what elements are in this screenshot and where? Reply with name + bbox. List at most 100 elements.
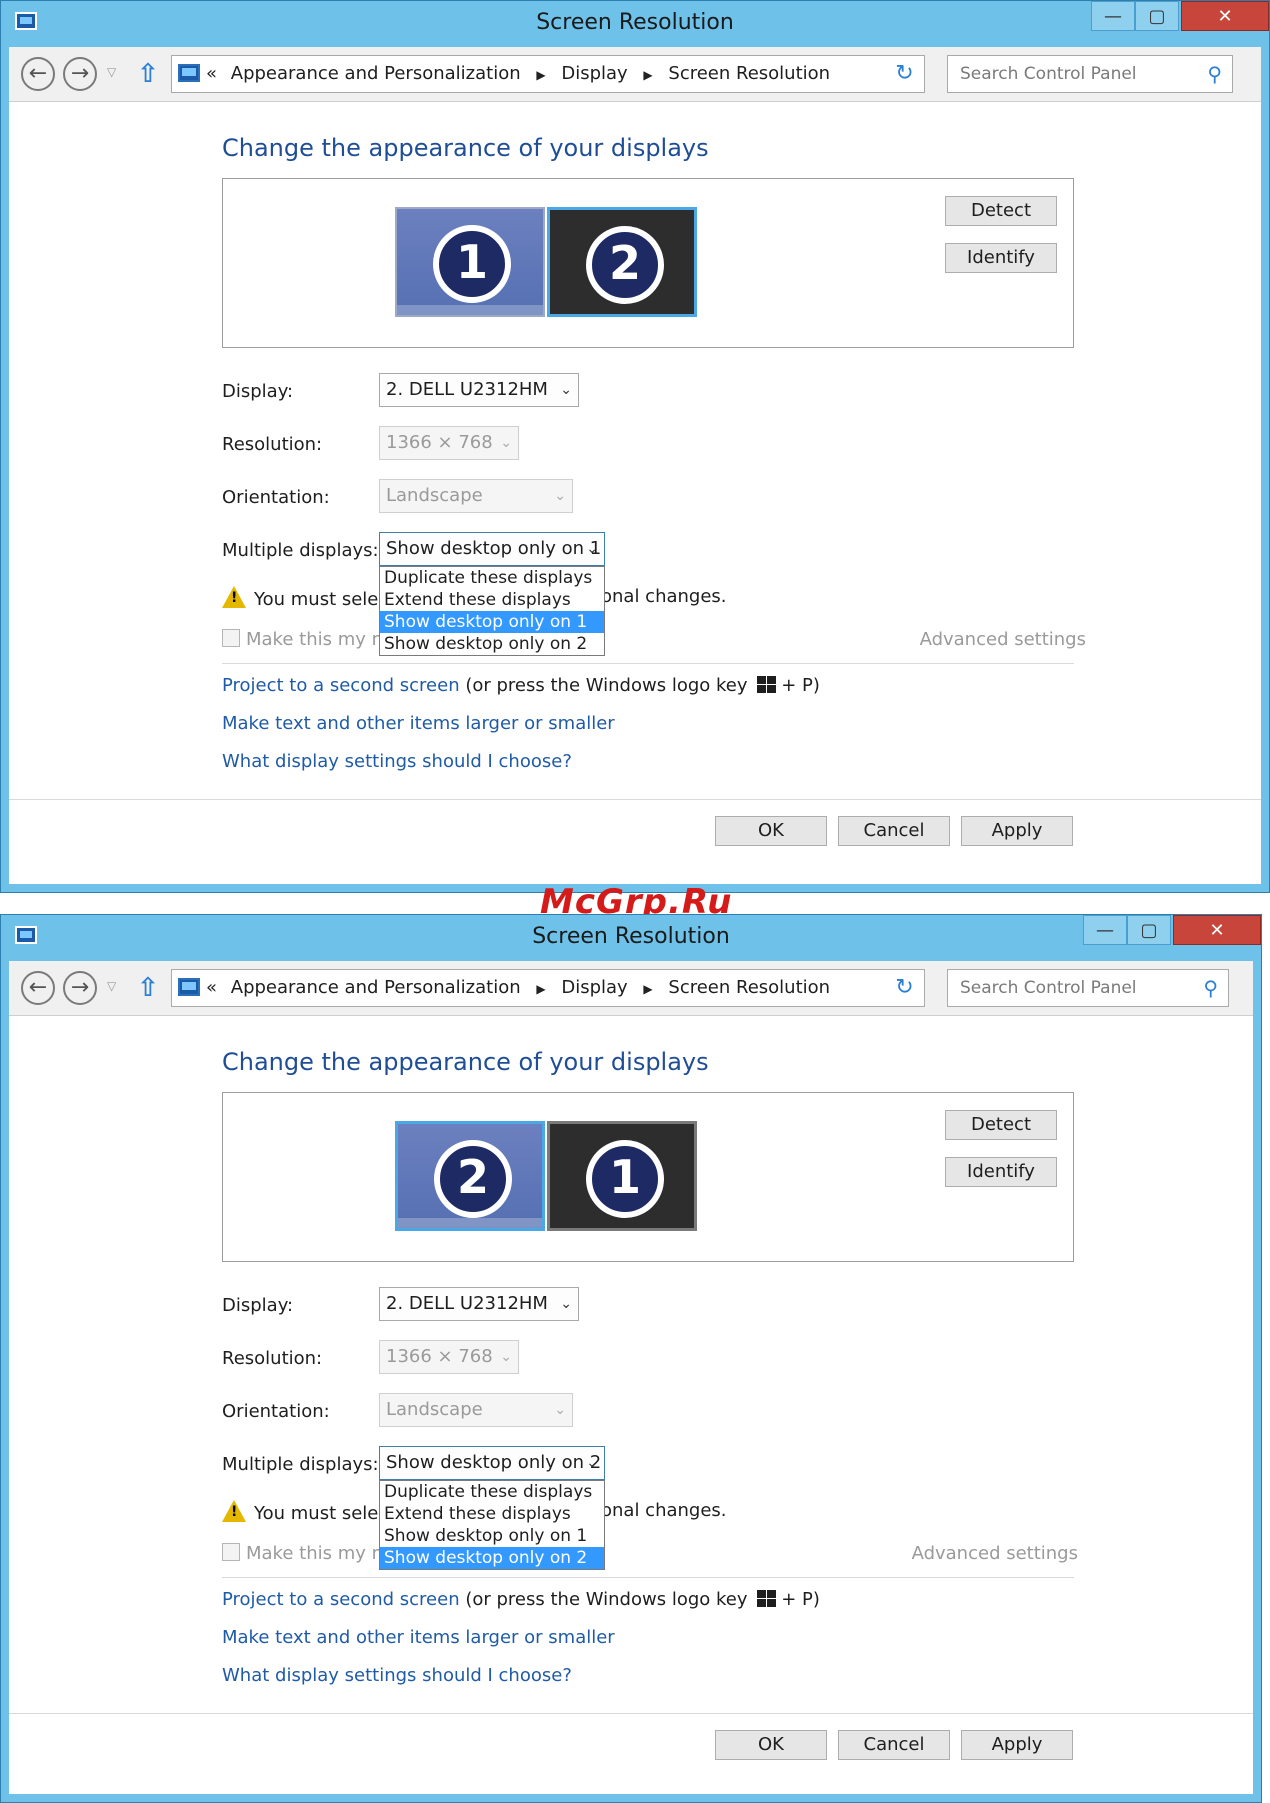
orientation-select: Landscape ⌄ xyxy=(379,1393,573,1427)
warning-text: You must selec xyxy=(254,589,389,610)
display-select[interactable]: 2. DELL U2312HM ⌄ xyxy=(379,373,579,407)
monitor-number: 1 xyxy=(586,1140,664,1218)
multiple-displays-select[interactable]: Show desktop only on 1 ⌄ xyxy=(379,532,605,566)
search-icon[interactable]: ⚲ xyxy=(1203,976,1218,1000)
project-second-screen-link[interactable]: Project to a second screen xyxy=(222,1589,460,1610)
multiple-displays-dropdown-list[interactable]: Duplicate these displays Extend these di… xyxy=(379,1480,605,1570)
advanced-settings-link[interactable]: Advanced settings xyxy=(920,629,1086,650)
main-display-checkbox: Make this my ma xyxy=(222,1543,400,1564)
project-second-screen-link[interactable]: Project to a second screen xyxy=(222,675,460,696)
checkbox-box xyxy=(222,629,240,647)
apply-button[interactable]: Apply xyxy=(961,816,1073,846)
multiple-displays-select[interactable]: Show desktop only on 2 ⌄ xyxy=(379,1446,605,1480)
breadcrumb-separator-icon[interactable]: ▶ xyxy=(536,68,545,82)
monitor-1-thumbnail[interactable]: 1 xyxy=(395,207,545,317)
monitor-taskbar xyxy=(398,1218,542,1228)
apply-button[interactable]: Apply xyxy=(961,1730,1073,1760)
display-select-value: 2. DELL U2312HM xyxy=(386,379,548,400)
project-hint-shortcut: + P) xyxy=(781,675,820,696)
breadcrumb-overflow-icon[interactable]: « xyxy=(206,977,217,998)
dropdown-option-only-2[interactable]: Show desktop only on 2 xyxy=(380,1547,604,1569)
title-bar: Screen Resolution — ▢ ✕ xyxy=(1,1,1269,47)
dropdown-option-duplicate[interactable]: Duplicate these displays xyxy=(380,1481,604,1503)
page-heading: Change the appearance of your displays xyxy=(222,1048,709,1076)
navigation-bar: ← → ▽ ⇧ « Appearance and Personalization… xyxy=(9,961,1253,1016)
orientation-select: Landscape ⌄ xyxy=(379,479,573,513)
text-size-link[interactable]: Make text and other items larger or smal… xyxy=(222,713,615,734)
dropdown-option-extend[interactable]: Extend these displays xyxy=(380,1503,604,1525)
dropdown-option-duplicate[interactable]: Duplicate these displays xyxy=(380,567,604,589)
project-hint-shortcut: + P) xyxy=(781,1589,820,1610)
checkbox-label: Make this my ma xyxy=(246,629,401,650)
breadcrumb-display[interactable]: Display xyxy=(561,977,627,998)
minimize-button[interactable]: — xyxy=(1083,915,1127,945)
forward-arrow-icon[interactable]: → xyxy=(63,971,97,1005)
breadcrumb-overflow-icon[interactable]: « xyxy=(206,63,217,84)
breadcrumb-screen-resolution[interactable]: Screen Resolution xyxy=(668,977,830,998)
main-display-checkbox: Make this my ma xyxy=(222,629,400,650)
forward-arrow-icon[interactable]: → xyxy=(63,57,97,91)
monitor-2-thumbnail[interactable]: 2 xyxy=(547,207,697,317)
display-arrangement-preview: 1 2 Detect Identify xyxy=(222,178,1074,348)
identify-button[interactable]: Identify xyxy=(945,243,1057,273)
close-button[interactable]: ✕ xyxy=(1181,1,1269,31)
detect-button[interactable]: Detect xyxy=(945,1110,1057,1140)
address-bar[interactable]: « Appearance and Personalization ▶ Displ… xyxy=(171,55,923,93)
warning-icon xyxy=(222,1500,246,1522)
identify-button[interactable]: Identify xyxy=(945,1157,1057,1187)
up-arrow-icon[interactable]: ⇧ xyxy=(137,973,159,1003)
dropdown-option-only-1[interactable]: Show desktop only on 1 xyxy=(380,1525,604,1547)
monitor-1-thumbnail[interactable]: 1 xyxy=(547,1121,697,1231)
search-input[interactable]: Search Control Panel xyxy=(960,64,1137,84)
text-size-link[interactable]: Make text and other items larger or smal… xyxy=(222,1627,615,1648)
close-button[interactable]: ✕ xyxy=(1173,915,1261,945)
refresh-icon[interactable]: ↻ xyxy=(885,55,925,93)
display-settings-help-link[interactable]: What display settings should I choose? xyxy=(222,751,572,772)
screen-resolution-window-1: Screen Resolution — ▢ ✕ ← → ▽ ⇧ « Appear… xyxy=(0,0,1270,893)
breadcrumb-separator-icon[interactable]: ▶ xyxy=(536,982,545,996)
resolution-label: Resolution: xyxy=(222,434,323,455)
screen-resolution-window-2: Screen Resolution — ▢ ✕ ← → ▽ ⇧ « Appear… xyxy=(0,914,1262,1803)
breadcrumb-screen-resolution[interactable]: Screen Resolution xyxy=(668,63,830,84)
breadcrumb-appearance[interactable]: Appearance and Personalization xyxy=(231,977,521,998)
cancel-button[interactable]: Cancel xyxy=(838,1730,950,1760)
display-select[interactable]: 2. DELL U2312HM ⌄ xyxy=(379,1287,579,1321)
search-box[interactable]: Search Control Panel ⚲ xyxy=(947,55,1233,93)
window-title: Screen Resolution xyxy=(532,924,730,949)
recent-locations-dropdown-icon[interactable]: ▽ xyxy=(107,65,116,79)
search-box[interactable]: Search Control Panel ⚲ xyxy=(947,969,1229,1007)
recent-locations-dropdown-icon[interactable]: ▽ xyxy=(107,979,116,993)
refresh-icon[interactable]: ↻ xyxy=(885,969,925,1007)
minimize-button[interactable]: — xyxy=(1091,1,1135,31)
dropdown-option-only-1[interactable]: Show desktop only on 1 xyxy=(380,611,604,633)
maximize-button[interactable]: ▢ xyxy=(1127,915,1171,945)
breadcrumb-separator-icon[interactable]: ▶ xyxy=(643,982,652,996)
multiple-displays-dropdown-list[interactable]: Duplicate these displays Extend these di… xyxy=(379,566,605,656)
breadcrumb-display[interactable]: Display xyxy=(561,63,627,84)
search-icon[interactable]: ⚲ xyxy=(1207,62,1222,86)
ok-button[interactable]: OK xyxy=(715,1730,827,1760)
project-hint-text: (or press the Windows logo key xyxy=(465,675,748,696)
divider xyxy=(222,1577,1074,1578)
up-arrow-icon[interactable]: ⇧ xyxy=(137,59,159,89)
search-input[interactable]: Search Control Panel xyxy=(960,978,1137,998)
back-arrow-icon[interactable]: ← xyxy=(21,57,55,91)
dropdown-option-only-2[interactable]: Show desktop only on 2 xyxy=(380,633,604,655)
warning-message: You must selec xyxy=(222,1500,388,1524)
address-bar[interactable]: « Appearance and Personalization ▶ Displ… xyxy=(171,969,923,1007)
dropdown-option-extend[interactable]: Extend these displays xyxy=(380,589,604,611)
maximize-button[interactable]: ▢ xyxy=(1135,1,1179,31)
ok-button[interactable]: OK xyxy=(715,816,827,846)
back-arrow-icon[interactable]: ← xyxy=(21,971,55,1005)
breadcrumb-appearance[interactable]: Appearance and Personalization xyxy=(231,63,521,84)
monitor-2-thumbnail[interactable]: 2 xyxy=(395,1121,545,1231)
monitor-number: 2 xyxy=(434,1140,512,1218)
breadcrumb-separator-icon[interactable]: ▶ xyxy=(643,68,652,82)
checkbox-box xyxy=(222,1543,240,1561)
windows-logo-icon xyxy=(757,1590,777,1608)
cancel-button[interactable]: Cancel xyxy=(838,816,950,846)
advanced-settings-link[interactable]: Advanced settings xyxy=(912,1543,1078,1564)
detect-button[interactable]: Detect xyxy=(945,196,1057,226)
title-bar: Screen Resolution — ▢ ✕ xyxy=(1,915,1261,961)
display-settings-help-link[interactable]: What display settings should I choose? xyxy=(222,1665,572,1686)
